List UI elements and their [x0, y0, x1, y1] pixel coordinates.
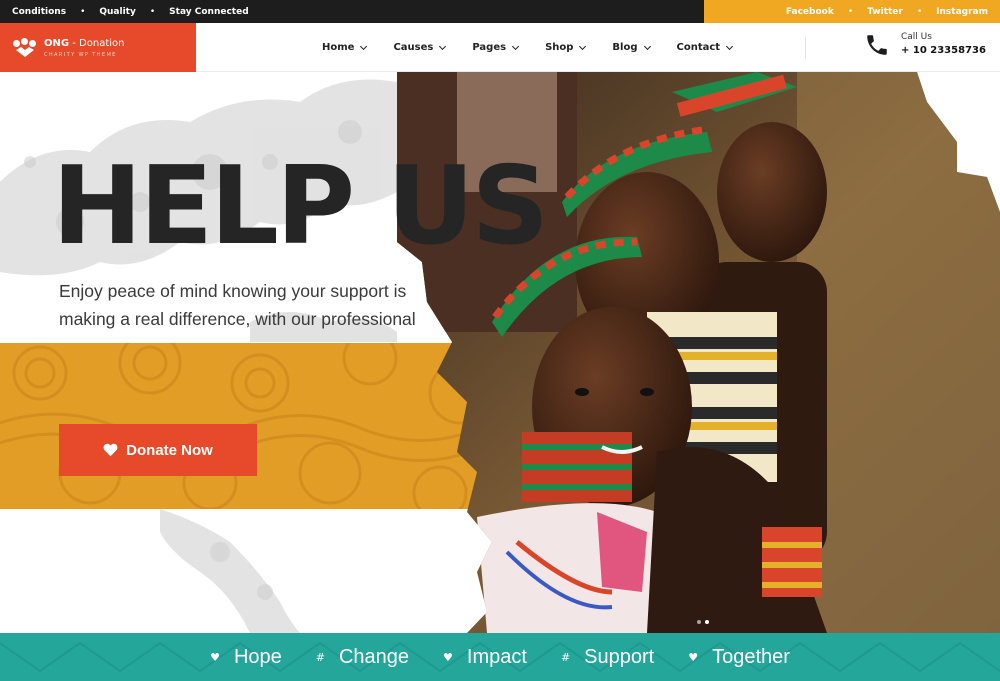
separator-dot: • — [847, 6, 854, 17]
logo-name: ONG - Donation — [44, 37, 125, 49]
conditions-link[interactable]: Conditions — [12, 7, 66, 17]
chevron-down-icon — [643, 42, 651, 50]
ticker-word: Change — [338, 645, 410, 668]
nav-item-contact[interactable]: Contact — [677, 42, 734, 53]
ticker-item: ♥ Impact — [443, 646, 527, 669]
heart-icon: ♥ — [688, 650, 699, 664]
hero-headline: HELP US — [52, 144, 549, 269]
twitter-link[interactable]: Twitter — [867, 7, 903, 17]
quality-link[interactable]: Quality — [99, 7, 135, 17]
call-text: Call Us + 10 23358736 — [901, 31, 986, 58]
separator-dot: • — [80, 6, 86, 17]
hero-slider: HELP US Enjoy peace of mind knowing your… — [0, 72, 1000, 633]
stay-connected-link[interactable]: Stay Connected — [169, 7, 248, 17]
heart-icon — [103, 443, 118, 457]
nav-item-pages[interactable]: Pages — [472, 42, 520, 53]
chevron-down-icon — [726, 42, 734, 50]
slider-dot[interactable] — [697, 620, 701, 624]
chevron-down-icon — [360, 42, 368, 50]
paw-logo-icon — [13, 37, 37, 58]
nav-item-causes[interactable]: Causes — [393, 42, 447, 53]
ticker-word: Together — [712, 645, 790, 668]
social-bar: Facebook • Twitter • Instagram — [704, 0, 1000, 23]
hashtag-icon: # — [560, 650, 571, 664]
main-nav: Home Causes Pages Shop Blog Contact — [322, 23, 759, 72]
ticker-item: ♥ Hope — [210, 646, 282, 669]
logo-text: ONG - Donation CHARITY WP THEME — [44, 38, 124, 58]
slider-dot-active[interactable] — [705, 620, 709, 624]
chevron-down-icon — [439, 42, 447, 50]
slider-dots — [697, 620, 709, 624]
ticker-item: ♥ Together — [688, 646, 790, 669]
separator-dot: • — [149, 6, 156, 17]
call-us[interactable]: Call Us + 10 23358736 — [864, 31, 986, 58]
nav-item-shop[interactable]: Shop — [545, 42, 587, 53]
hero-subtitle: Enjoy peace of mind knowing your support… — [59, 281, 416, 329]
separator-dot: • — [916, 6, 923, 17]
ticker-word: Support — [584, 645, 655, 668]
phone-number[interactable]: + 10 23358736 — [901, 44, 986, 58]
facebook-link[interactable]: Facebook — [786, 7, 834, 17]
donate-label: Donate Now — [126, 441, 213, 459]
header-divider — [805, 37, 806, 59]
chevron-down-icon — [512, 42, 520, 50]
values-ticker: ♥ Hope # Change ♥ Impact # Support ♥ Tog… — [0, 633, 1000, 681]
heart-icon: ♥ — [210, 650, 220, 664]
phone-icon — [867, 34, 887, 55]
instagram-link[interactable]: Instagram — [936, 7, 988, 17]
logo-tagline: CHARITY WP THEME — [44, 51, 117, 58]
site-header: ONG - Donation CHARITY WP THEME Home Cau… — [0, 23, 1000, 72]
site-logo[interactable]: ONG - Donation CHARITY WP THEME — [0, 23, 196, 72]
nav-item-home[interactable]: Home — [322, 42, 368, 53]
top-bar: Conditions • Quality • Stay Connected Fa… — [0, 0, 1000, 23]
hashtag-icon: # — [315, 650, 325, 664]
call-label: Call Us — [901, 32, 932, 42]
chevron-down-icon — [579, 42, 587, 50]
ticker-word: Hope — [233, 645, 282, 668]
top-links: Conditions • Quality • Stay Connected — [12, 0, 249, 23]
ticker-item: # Support — [561, 646, 654, 669]
heart-icon: ♥ — [443, 650, 453, 664]
ticker-item: # Change — [316, 646, 409, 669]
donate-now-button[interactable]: Donate Now — [59, 424, 257, 476]
nav-item-blog[interactable]: Blog — [612, 42, 651, 53]
ticker-word: Impact — [466, 645, 527, 668]
